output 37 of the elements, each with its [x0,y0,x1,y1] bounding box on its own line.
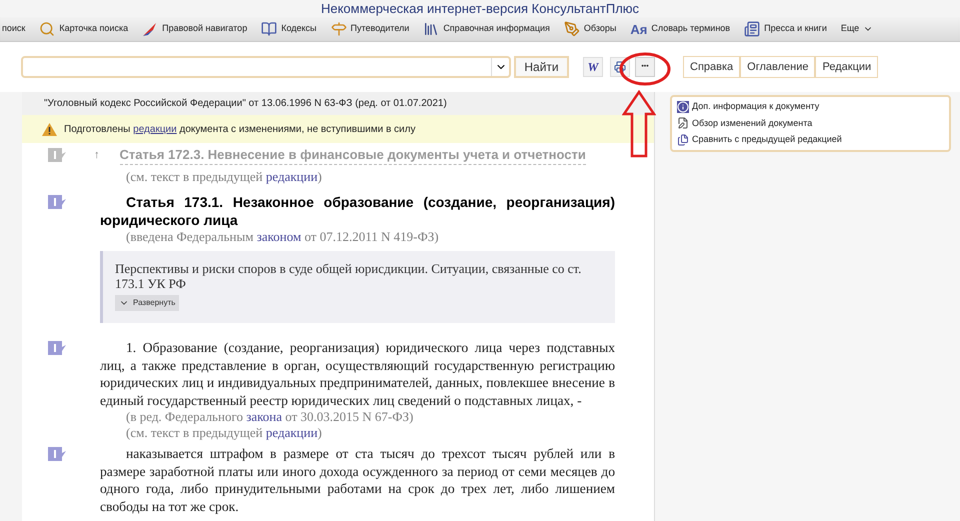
edition-link[interactable]: редакции [266,169,318,184]
edition-link[interactable]: редакции [266,425,318,440]
toolbar-button[interactable]: Кодексы [261,21,317,37]
toolbar-button[interactable]: Карточка поиска [39,21,128,37]
warning-message: Подготовлены редакции документа с изменениями, не вступившими в силу [64,122,416,136]
toolbar-button[interactable]: Еще [840,22,874,36]
panel-tab[interactable]: Оглавление [740,56,816,78]
toolbar-button[interactable]: Пресса и книги [744,21,827,37]
document-header: "Уголовный кодекс Российской Федерации" от 13.06.1996 N 63-ФЗ (ред. от 01.07.2021) [22,92,654,115]
menu-item[interactable]: Сравнить с предыдущей редакцией [677,133,944,146]
scroll-up-arrow[interactable]: ↑ [94,146,100,164]
article-heading: Статья 173.1. Незаконное образование (создание, реорганизация) юридического лица [100,193,615,229]
toolbar-button[interactable]: Обзоры [564,21,616,37]
edition-note: (см. текст в предыдущей редакции) [125,169,323,185]
edition-note: (введена Федеральным законом от 07.12.2011 N 419-ФЗ) [125,229,440,245]
article-paragraph: 1. Образование (создание, реорганизация) юридического лица через подставных лиц, а также представление в орган, осуществляющий государственную регистрацию юридических лиц и индивидуальных предпринимателей, данных, повлекшее внесение в единый государственный реестр юридических лиц сведений о подставных лицах, - [100,339,615,409]
toolbar-button[interactable]: поиск [2,22,26,36]
find-button[interactable]: Найти [514,56,569,78]
toolbar-button[interactable]: Ая Словарь терминов [630,22,730,36]
article-paragraph: наказывается штрафом в размере от ста тысяч до трехсот тысяч рублей или в размере заработной платы или иного дохода осужденного за период от семи месяцев до одного года, либо принудительными работами на срок до трех лет, либо лишением свободы на тот же срок. [100,445,615,515]
related-materials-text: Перспективы и риски споров в суде общей юрисдикции. Ситуации, связанные со ст. 173.1 УК РФ [115,261,582,291]
edition-note: (в ред. Федерального закона от 30.03.2015 N 67-ФЗ) [125,409,414,425]
edition-note: (см. текст в предыдущей редакции) [125,425,323,441]
edition-link[interactable]: закона [246,409,282,424]
expand-button[interactable]: Развернуть [115,295,180,311]
panel-tab[interactable]: Справка [683,56,740,78]
word-export-button[interactable]: W [583,57,603,77]
toolbar-button[interactable]: Справочная информация [423,21,550,37]
menu-item[interactable]: Обзор изменений документа [677,116,944,130]
toolbar-button[interactable]: Путеводители [330,21,410,37]
dictionary-icon: Ая [630,22,648,36]
menu-item[interactable]: Доп. информация к документу [677,100,944,114]
edition-link[interactable]: законом [256,229,302,244]
panel-tab[interactable]: Редакции [815,56,878,78]
editions-link[interactable]: редакции [133,124,177,134]
window-title: Некоммерческая интернет-версия КонсультантПлюс [0,0,960,17]
toolbar-button[interactable]: Правовой навигатор [142,21,248,37]
